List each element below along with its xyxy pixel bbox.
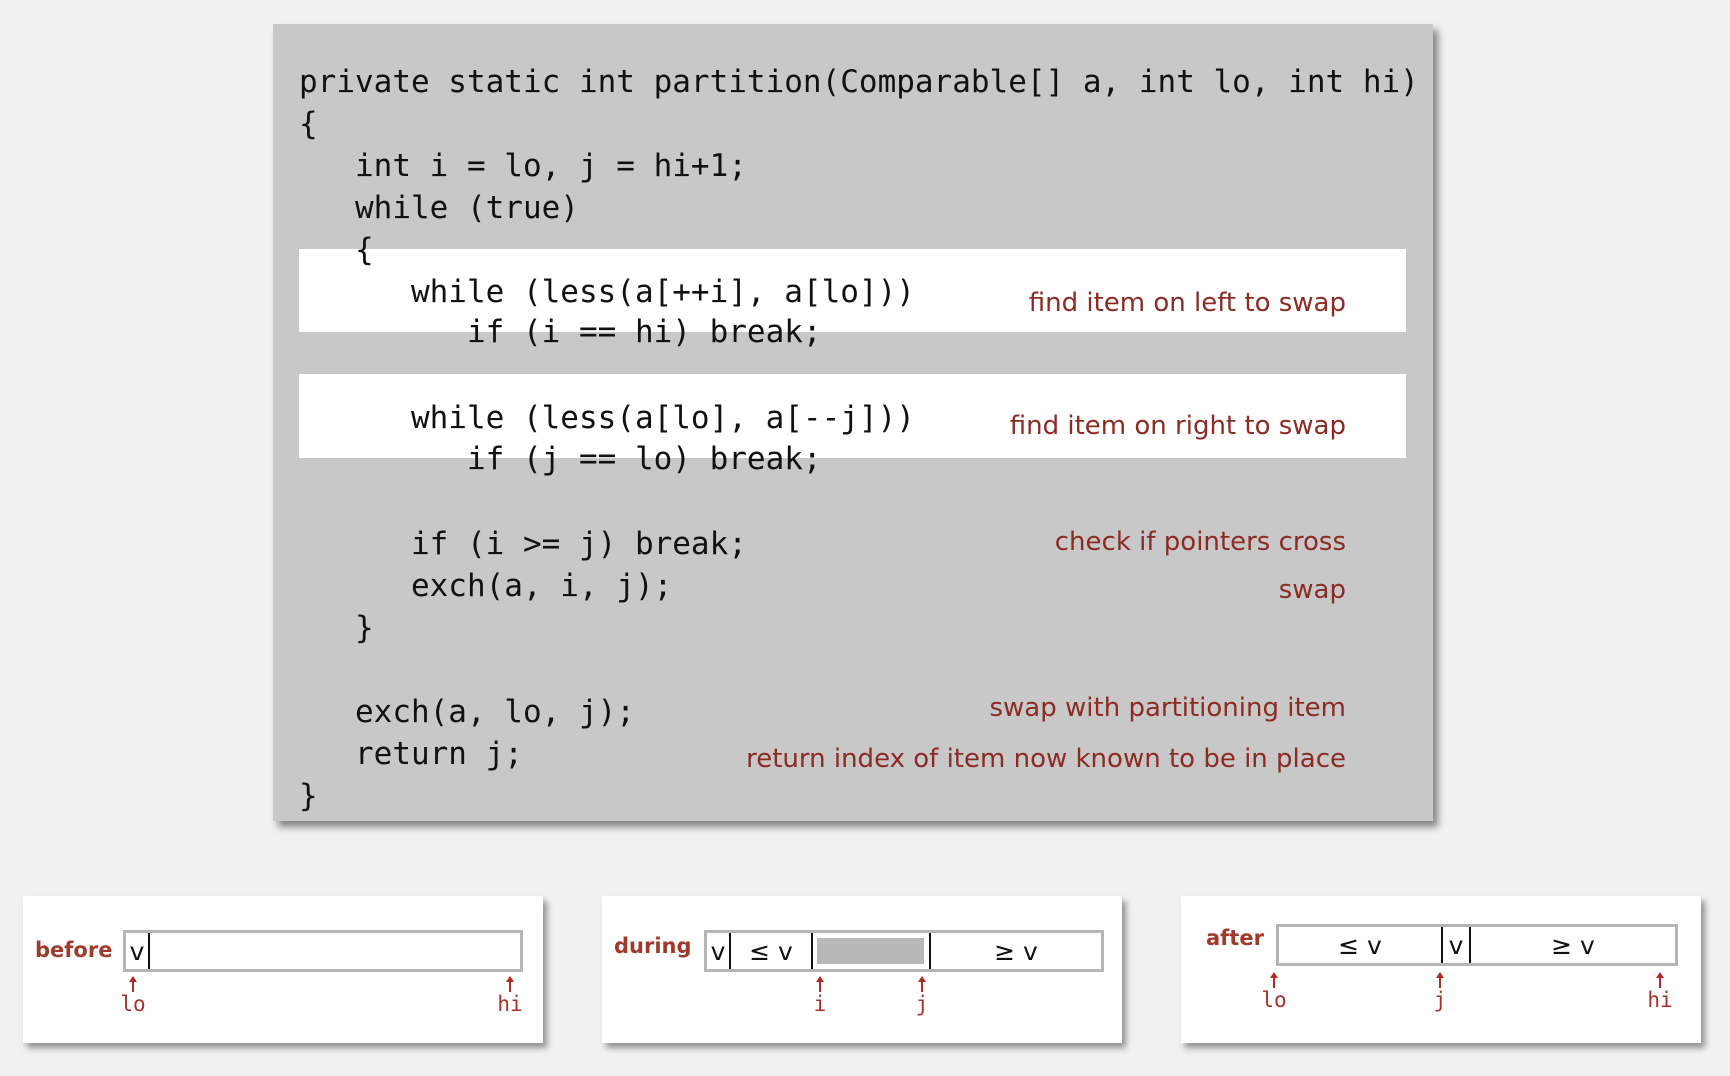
during-cell-ge-v: ≥ v	[994, 936, 1038, 966]
annotation-right-scan: find item on right to swap	[1009, 411, 1346, 441]
after-pointer-hi: hi	[1645, 972, 1675, 1012]
code-line-return: return j;	[299, 736, 523, 772]
after-pointer-j: j	[1425, 972, 1455, 1012]
code-line-final-exch: exch(a, lo, j);	[299, 694, 635, 730]
code-line-break-hi: if (i == hi) break;	[299, 314, 822, 350]
after-cell-le-v: ≤ v	[1338, 930, 1382, 960]
during-diagram: during v ≤ v ≥ v i j	[602, 896, 1122, 1043]
before-cell-v: v	[129, 936, 145, 966]
code-line-signature: private static int partition(Comparable[…	[299, 64, 1419, 100]
annotation-left-scan: find item on left to swap	[1028, 288, 1346, 318]
before-divider	[148, 933, 150, 969]
during-divider-2	[811, 933, 813, 969]
code-line-close-brace: }	[299, 778, 318, 814]
code-line-while-true: while (true)	[299, 190, 579, 226]
code-line-scan-right: while (less(a[lo], a[--j]))	[299, 400, 915, 436]
code-panel: private static int partition(Comparable[…	[273, 24, 1433, 821]
after-pointer-j-label: j	[1433, 988, 1447, 1012]
code-line-check-cross: if (i >= j) break;	[299, 526, 747, 562]
during-pointer-j: j	[907, 976, 937, 1016]
code-line-open-brace: {	[299, 106, 318, 142]
before-array: v	[123, 930, 523, 972]
code-line-break-lo: if (j == lo) break;	[299, 441, 822, 477]
code-line-init: int i = lo, j = hi+1;	[299, 148, 747, 184]
during-array: v ≤ v ≥ v	[704, 930, 1104, 972]
during-unknown-region	[817, 938, 924, 964]
after-diagram: after ≤ v v ≥ v lo j hi	[1181, 896, 1701, 1043]
after-label: after	[1206, 926, 1264, 950]
after-cell-ge-v: ≥ v	[1551, 930, 1595, 960]
during-pointer-i: i	[805, 976, 835, 1016]
before-label: before	[35, 938, 113, 962]
after-array: ≤ v v ≥ v	[1276, 924, 1678, 966]
before-pointer-hi-label: hi	[497, 992, 523, 1016]
annotation-check-cross: check if pointers cross	[1054, 527, 1346, 557]
code-line-exch: exch(a, i, j);	[299, 568, 673, 604]
annotation-return-index: return index of item now known to be in …	[746, 744, 1346, 774]
during-pointer-j-label: j	[915, 992, 929, 1016]
before-pointer-lo: lo	[118, 976, 148, 1016]
during-label: during	[614, 934, 692, 958]
after-pointer-hi-label: hi	[1647, 988, 1673, 1012]
annotation-swap: swap	[1278, 575, 1346, 605]
code-line-loop-open: {	[299, 232, 374, 268]
annotation-swap-partition: swap with partitioning item	[989, 693, 1347, 723]
during-cell-v: v	[710, 936, 726, 966]
after-pointer-lo: lo	[1259, 972, 1289, 1012]
before-diagram: before v lo hi	[23, 896, 543, 1043]
after-cell-v: v	[1448, 930, 1464, 960]
after-pointer-lo-label: lo	[1261, 988, 1287, 1012]
code-line-loop-close: }	[299, 610, 374, 646]
code-line-scan-left: while (less(a[++i], a[lo]))	[299, 274, 915, 310]
during-pointer-i-label: i	[813, 992, 827, 1016]
during-cell-le-v: ≤ v	[749, 936, 793, 966]
before-pointer-lo-label: lo	[120, 992, 146, 1016]
before-pointer-hi: hi	[495, 976, 525, 1016]
